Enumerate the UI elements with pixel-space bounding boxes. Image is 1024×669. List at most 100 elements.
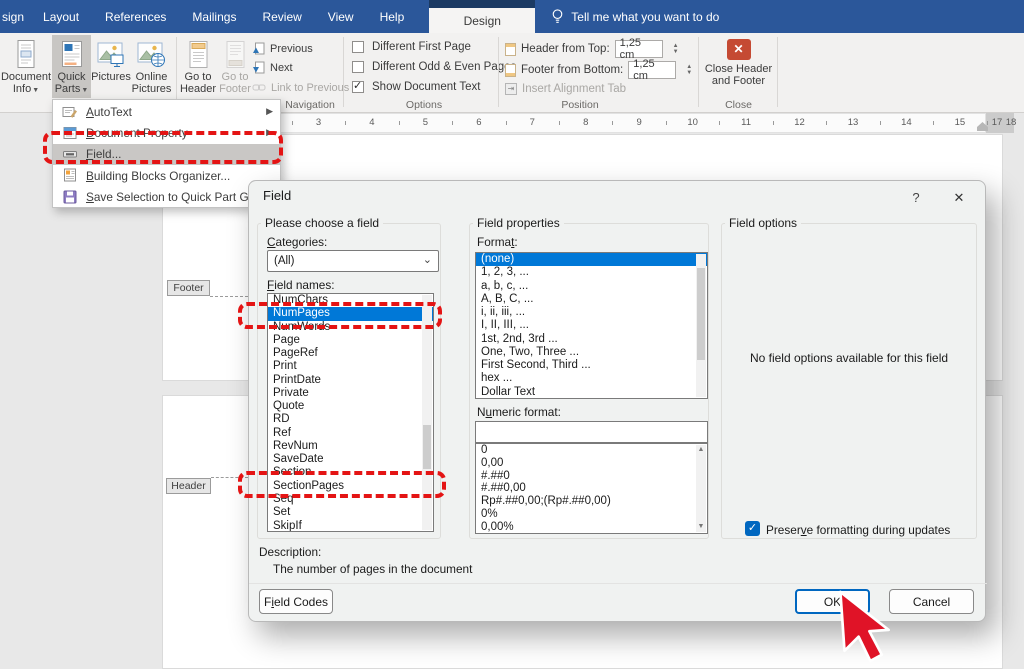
list-item[interactable]: I, II, III, ... [476, 319, 707, 332]
list-item[interactable]: One, Two, Three ... [476, 346, 707, 359]
quick-parts-button[interactable]: Quick Parts▼ [52, 35, 91, 98]
footer-from-bottom-input[interactable]: 1,25 cm [628, 61, 676, 79]
list-item[interactable]: Quote [268, 400, 433, 413]
checkbox-icon[interactable] [352, 61, 364, 73]
group-label-options: Options [352, 99, 496, 111]
list-item[interactable]: a, b, c, ... [476, 280, 707, 293]
format-scrollbar[interactable] [696, 254, 706, 397]
link-icon [252, 81, 266, 94]
scroll-down-icon[interactable]: ▼ [696, 522, 706, 532]
header-tag: Header [166, 478, 211, 494]
description-text: The number of pages in the document [273, 562, 472, 576]
list-item[interactable]: Dollar Text [476, 386, 707, 399]
numeric-scrollbar[interactable]: ▲ ▼ [696, 445, 706, 532]
numeric-format-list: 00,00#.##0#.##0,00Rp#.##0,00;(Rp#.##0,00… [476, 444, 707, 534]
tab-help[interactable]: Help [367, 0, 418, 33]
field-codes-button[interactable]: Field Codes [259, 589, 333, 614]
list-item[interactable]: (none) [476, 253, 707, 266]
contextual-tab-design[interactable]: Design [429, 0, 535, 33]
list-item[interactable]: i, ii, iii, ... [476, 306, 707, 319]
scrollbar-thumb[interactable] [697, 268, 705, 360]
pictures-button[interactable]: Pictures [92, 35, 130, 98]
annotation-box-sectionpages [238, 471, 446, 498]
cancel-button[interactable]: Cancel [889, 589, 974, 614]
list-item[interactable]: Print [268, 360, 433, 373]
list-item[interactable]: SaveDate [268, 453, 433, 466]
list-item[interactable]: PageRef [268, 347, 433, 360]
close-icon[interactable]: ✕ [945, 186, 973, 209]
checkbox-icon[interactable] [352, 81, 364, 93]
document-info-button[interactable]: Document Info▼ [2, 35, 50, 98]
description-label: Description: [259, 545, 321, 559]
header-from-top-stepper[interactable]: ▲▼ [673, 44, 679, 55]
list-item[interactable]: RevNum [268, 440, 433, 453]
numeric-format-listbox[interactable]: 00,00#.##0#.##0,00Rp#.##0,00;(Rp#.##0,00… [475, 443, 708, 534]
next-button[interactable]: Next [252, 59, 293, 76]
categories-dropdown[interactable]: (All) ⌄ [267, 250, 439, 272]
previous-button[interactable]: Previous [252, 40, 313, 57]
checkbox-icon[interactable] [352, 41, 364, 53]
list-item[interactable]: hex ... [476, 372, 707, 385]
tab-view[interactable]: View [315, 0, 367, 33]
list-item[interactable]: 1, 2, 3, ... [476, 266, 707, 279]
close-header-footer-button[interactable]: ✕ Close Headerand Footer [702, 35, 775, 98]
list-item[interactable]: Private [268, 387, 433, 400]
list-item[interactable]: Rp#.##0,00;(Rp#.##0,00) [476, 495, 707, 508]
format-label: Format: [477, 235, 518, 249]
footer-from-bottom-row: Footer from Bottom: 1,25 cm ▲▼ [505, 61, 692, 79]
different-first-page-checkbox[interactable]: Different First Page [352, 41, 471, 53]
group-label-close: Close [702, 99, 775, 111]
list-item[interactable]: Ref [268, 427, 433, 440]
list-item[interactable]: Page [268, 334, 433, 347]
link-to-previous-button: Link to Previous [252, 79, 349, 96]
footer-from-bottom-stepper[interactable]: ▲▼ [686, 65, 692, 76]
help-icon[interactable]: ? [905, 187, 927, 209]
footer-tag: Footer [167, 280, 210, 296]
numeric-format-input[interactable] [475, 421, 708, 443]
next-icon [252, 61, 265, 74]
list-item[interactable]: 0,00% [476, 521, 707, 534]
tab-references[interactable]: References [92, 0, 179, 33]
list-item[interactable]: #.##0,00 [476, 482, 707, 495]
list-item[interactable]: PrintDate [268, 374, 433, 387]
list-item[interactable]: 1st, 2nd, 3rd ... [476, 333, 707, 346]
online-pictures-button[interactable]: OnlinePictures [130, 35, 173, 98]
preserve-formatting-label: Preserve formatting during updates [766, 523, 950, 537]
building-blocks-icon [62, 167, 78, 183]
group-separator [698, 37, 699, 107]
ruler-track [158, 113, 986, 133]
scroll-up-icon[interactable]: ▲ [696, 445, 706, 455]
scrollbar-thumb[interactable] [423, 425, 431, 469]
tab-partial-left[interactable]: sign [0, 0, 30, 33]
list-item[interactable]: A, B, C, ... [476, 293, 707, 306]
go-to-header-button[interactable]: Go toHeader [179, 35, 217, 98]
tab-review[interactable]: Review [249, 0, 314, 33]
list-item[interactable]: First Second, Third ... [476, 359, 707, 372]
menu-item-building-blocks-organizer[interactable]: Building Blocks Organizer... [53, 165, 280, 186]
format-listbox[interactable]: (none)1, 2, 3, ...a, b, c, ...A, B, C, .… [475, 252, 708, 399]
categories-label: Categories: [267, 235, 327, 249]
tab-mailings[interactable]: Mailings [179, 0, 249, 33]
list-item[interactable]: 0 [476, 444, 707, 457]
tab-design-active[interactable]: Design [429, 8, 535, 33]
header-from-top-input[interactable]: 1,25 cm [615, 40, 663, 58]
list-item[interactable]: #.##0 [476, 470, 707, 483]
preserve-formatting-checkbox[interactable]: ✓ [745, 521, 760, 536]
list-item[interactable]: 0,00 [476, 457, 707, 470]
previous-icon [252, 42, 265, 55]
show-document-text-checkbox[interactable]: Show Document Text [352, 81, 480, 93]
tell-me-box[interactable]: Tell me what you want to do [551, 0, 719, 33]
annotation-box-field-menu-item [43, 131, 283, 164]
list-item[interactable]: 0% [476, 508, 707, 521]
list-item[interactable]: RD [268, 413, 433, 426]
save-selection-icon [62, 189, 78, 205]
different-odd-even-checkbox[interactable]: Different Odd & Even Pages [352, 61, 516, 73]
menu-item-save-selection[interactable]: Save Selection to Quick Part Gallery [53, 186, 280, 207]
pictures-icon [97, 38, 126, 69]
list-item[interactable]: SkipIf [268, 520, 433, 532]
list-item[interactable]: Set [268, 506, 433, 519]
ribbon-tab-bar: sign Layout References Mailings Review V… [0, 0, 1024, 33]
menu-item-autotext[interactable]: AutoText ▶ [53, 101, 280, 122]
group-field-options: Field options [721, 223, 977, 539]
tab-layout[interactable]: Layout [30, 0, 92, 33]
